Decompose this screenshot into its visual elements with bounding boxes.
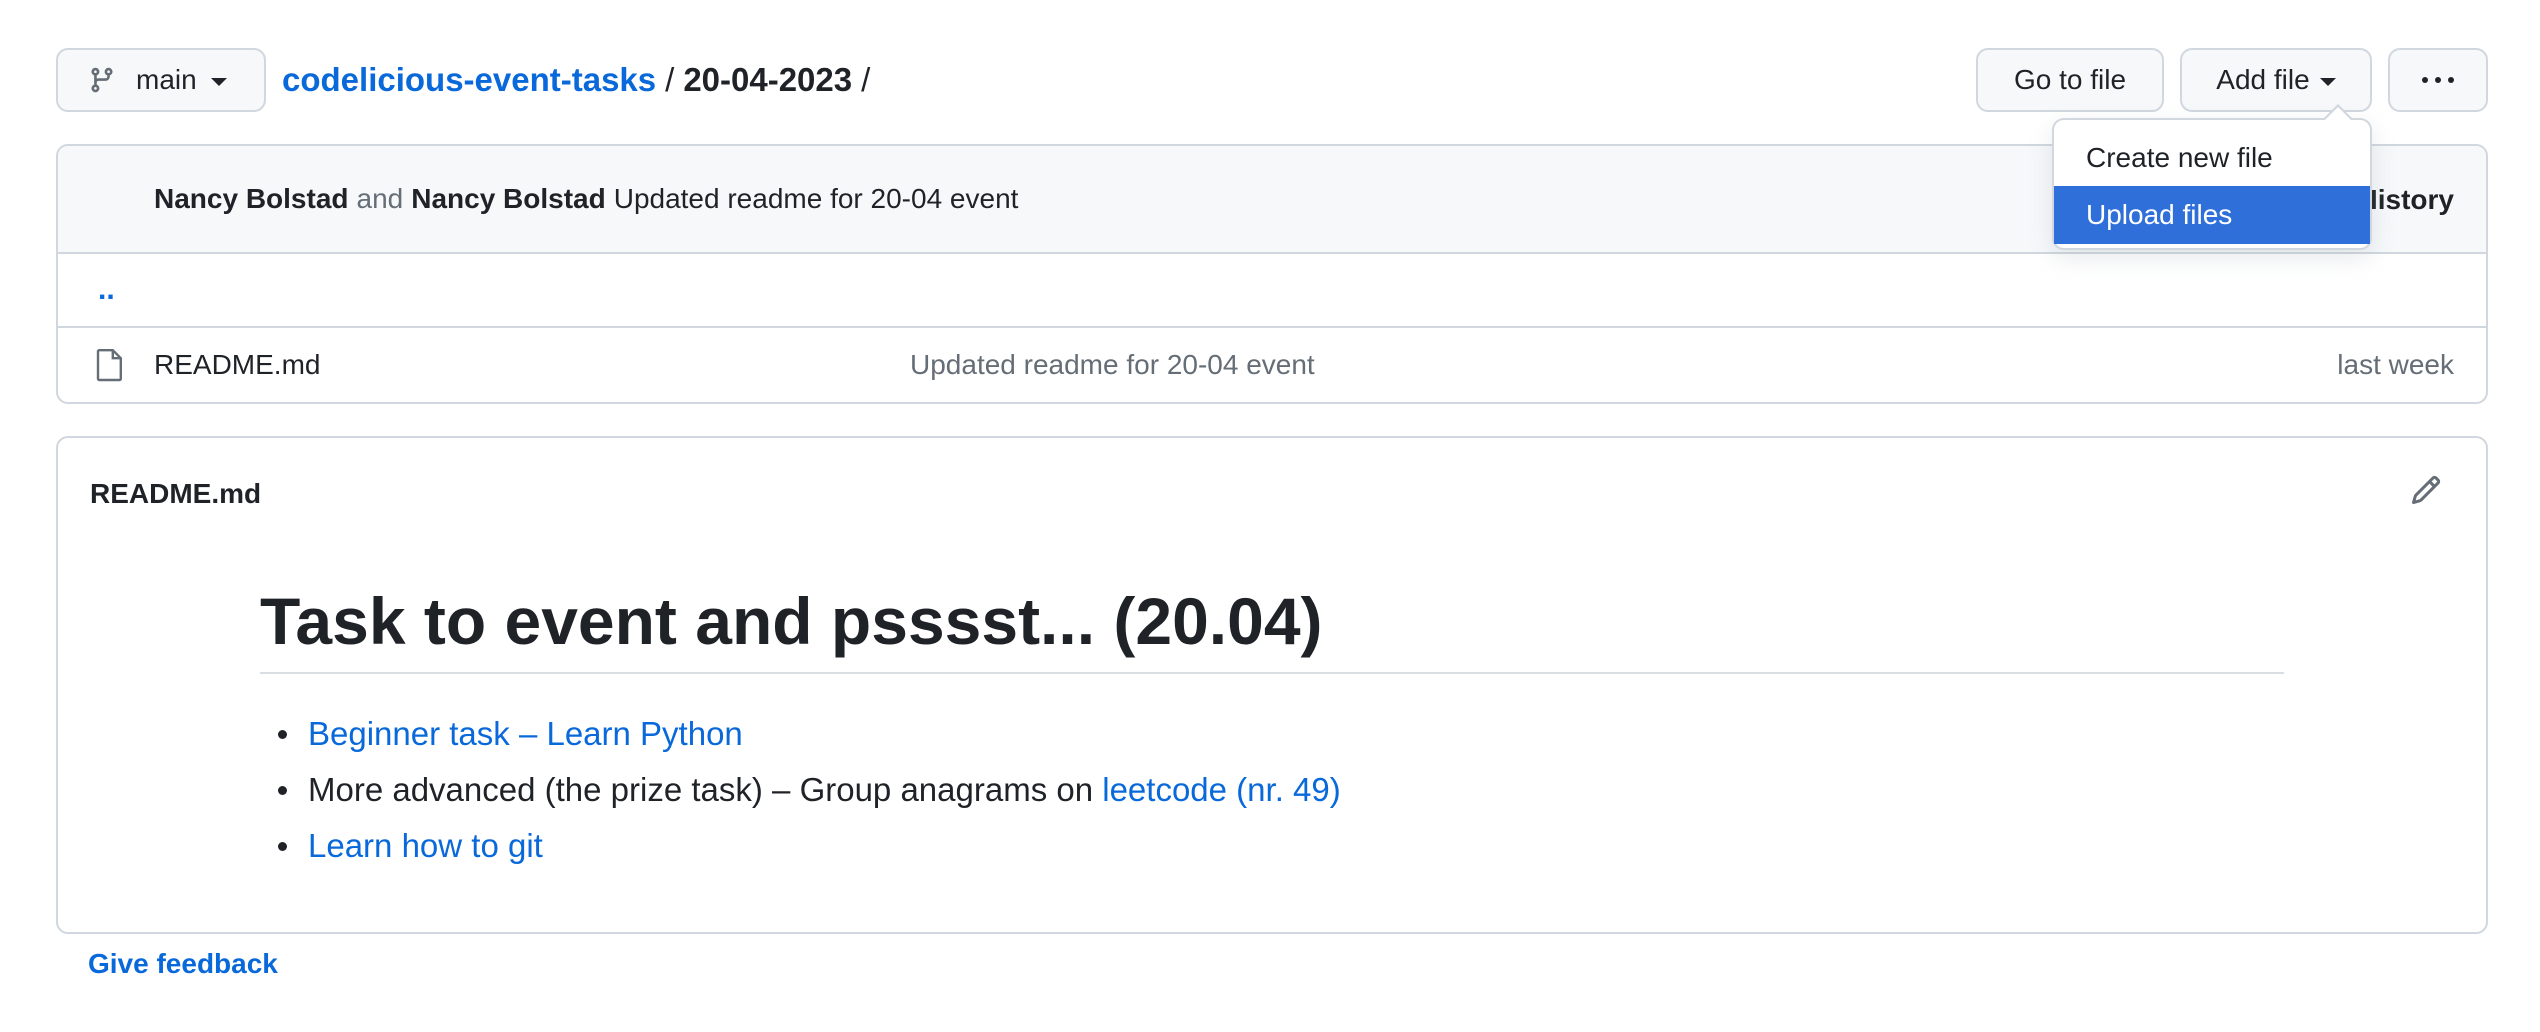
file-icon	[96, 349, 122, 382]
breadcrumb-repo-link[interactable]: codelicious-event-tasks	[282, 61, 656, 99]
readme-task-list: Beginner task – Learn Python More advanc…	[278, 706, 1341, 874]
more-options-button[interactable]	[2388, 48, 2488, 112]
breadcrumb-current-dir: 20-04-2023	[683, 61, 853, 98]
breadcrumb: codelicious-event-tasks / 20-04-2023 /	[282, 48, 879, 112]
add-file-menu: Create new file Upload files	[2052, 104, 2372, 250]
history-link[interactable]: History	[2358, 146, 2454, 254]
menu-item-create-new-file[interactable]: Create new file	[2054, 129, 2370, 187]
readme-title: README.md	[90, 478, 262, 509]
list-item: More advanced (the prize task) – Group a…	[278, 762, 1341, 818]
file-commit-message[interactable]: Updated readme for 20-04 event	[910, 349, 1315, 381]
pencil-icon[interactable]	[2410, 474, 2442, 506]
file-commit-date: last week	[2337, 349, 2454, 380]
menu-item-upload-files[interactable]: Upload files	[2054, 186, 2370, 244]
add-file-label: Add file	[2216, 64, 2310, 95]
parent-directory-row[interactable]: ..	[58, 254, 2486, 328]
git-branch-icon	[91, 67, 113, 93]
give-feedback-link[interactable]: Give feedback	[88, 948, 278, 980]
go-to-file-button[interactable]: Go to file	[1976, 48, 2164, 112]
chevron-down-icon	[2319, 78, 2336, 86]
commit-author[interactable]: Nancy Bolstad	[154, 183, 349, 215]
commit-and-text: and	[356, 183, 404, 214]
learn-git-link[interactable]: Learn how to git	[308, 827, 543, 864]
list-item: Learn how to git	[278, 818, 1341, 874]
kebab-horizontal-icon	[2422, 77, 2454, 83]
parent-directory-link[interactable]: ..	[98, 273, 115, 307]
repo-directory-page: main codelicious-event-tasks / 20-04-202…	[0, 0, 2540, 1032]
commit-message[interactable]: Updated readme for 20-04 event	[614, 183, 1019, 215]
breadcrumb-separator: /	[861, 61, 871, 98]
readme-panel: README.md Task to event and psssst... (2…	[56, 436, 2488, 934]
leetcode-link[interactable]: leetcode (nr. 49)	[1102, 771, 1340, 808]
list-item: Beginner task – Learn Python	[278, 706, 1341, 762]
menu-item-label: Create new file	[2086, 142, 2273, 173]
chevron-down-icon	[210, 78, 227, 86]
branch-label: main	[136, 64, 197, 95]
menu-item-label: Upload files	[2086, 199, 2233, 230]
add-file-button[interactable]: Add file	[2180, 48, 2372, 112]
file-navigation: main codelicious-event-tasks / 20-04-202…	[56, 48, 2488, 112]
go-to-file-label: Go to file	[2013, 64, 2127, 95]
file-row[interactable]: README.md Updated readme for 20-04 event…	[58, 328, 2486, 402]
breadcrumb-separator: /	[665, 61, 675, 98]
file-name-link[interactable]: README.md	[154, 349, 320, 381]
beginner-task-link[interactable]: Beginner task – Learn Python	[308, 715, 743, 752]
list-item-text: More advanced (the prize task) – Group a…	[308, 771, 1103, 808]
commit-coauthor[interactable]: Nancy Bolstad	[411, 183, 606, 215]
readme-heading: Task to event and psssst... (20.04)	[260, 578, 2284, 674]
branch-selector-button[interactable]: main	[56, 48, 266, 112]
